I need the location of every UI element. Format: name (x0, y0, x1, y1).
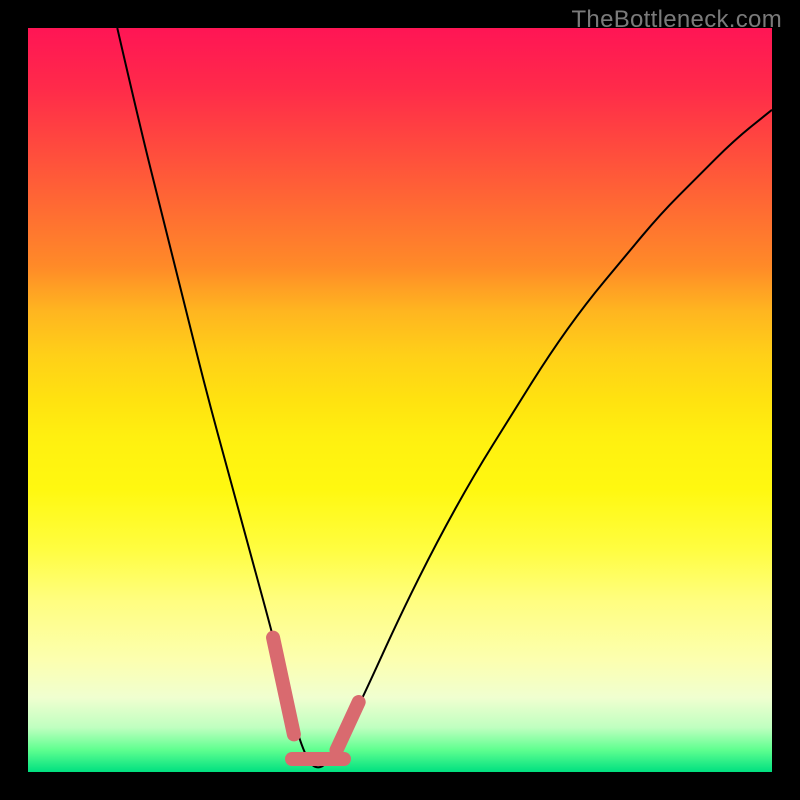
chart-outer-frame: TheBottleneck.com (0, 0, 800, 800)
plot-area (28, 28, 772, 772)
watermark-label: TheBottleneck.com (571, 6, 782, 34)
bottleneck-curve (28, 28, 772, 772)
curve-path (117, 28, 772, 767)
